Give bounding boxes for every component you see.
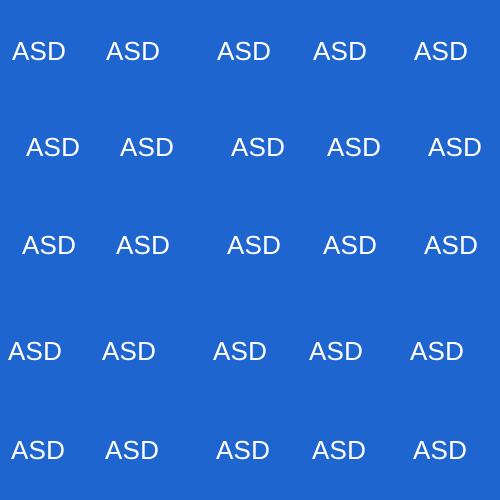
grid-cell-r4-c2: ASD [102, 336, 157, 366]
grid-cell-r2-c4: ASD [327, 132, 382, 162]
grid-cell-r5-c3: ASD [216, 435, 271, 465]
grid-cell-r1-c4: ASD [313, 36, 368, 66]
grid-cell-r3-c1: ASD [22, 230, 77, 260]
grid-cell-r3-c2: ASD [116, 230, 171, 260]
grid-cell-r3-c5: ASD [424, 230, 479, 260]
grid-cell-r2-c3: ASD [231, 132, 286, 162]
grid-cell-r5-c4: ASD [312, 435, 367, 465]
grid-cell-r2-c2: ASD [120, 132, 175, 162]
grid-cell-r3-c4: ASD [323, 230, 378, 260]
grid-cell-r2-c1: ASD [26, 132, 81, 162]
grid-cell-r1-c1: ASD [12, 36, 67, 66]
grid-cell-r5-c5: ASD [413, 435, 468, 465]
grid-cell-r4-c3: ASD [213, 336, 268, 366]
grid-cell-r1-c2: ASD [106, 36, 161, 66]
grid-cell-r1-c3: ASD [217, 36, 272, 66]
text-grid-canvas: ASD ASD ASD ASD ASD ASD ASD ASD ASD ASD … [0, 0, 500, 500]
grid-cell-r1-c5: ASD [414, 36, 469, 66]
grid-cell-r4-c5: ASD [410, 336, 465, 366]
grid-cell-r2-c5: ASD [428, 132, 483, 162]
grid-cell-r5-c2: ASD [105, 435, 160, 465]
grid-cell-r5-c1: ASD [11, 435, 66, 465]
grid-cell-r3-c3: ASD [227, 230, 282, 260]
grid-cell-r4-c1: ASD [8, 336, 63, 366]
grid-cell-r4-c4: ASD [309, 336, 364, 366]
